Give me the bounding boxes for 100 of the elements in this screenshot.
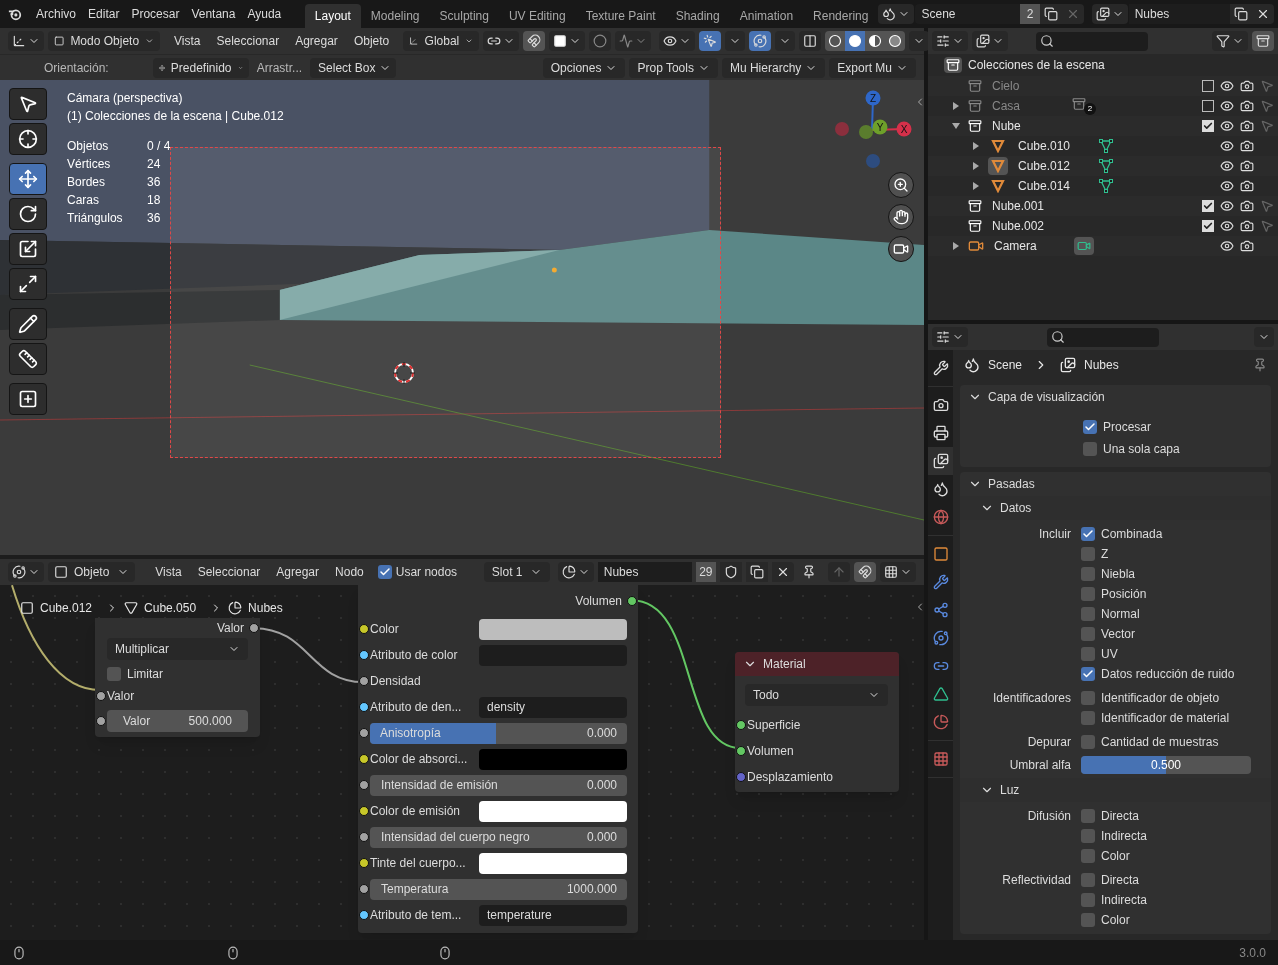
socket-label: Atributo de tem...	[370, 907, 463, 924]
user-count: 2	[1020, 4, 1040, 24]
outliner-item-name[interactable]: Cube.014	[1018, 177, 1080, 195]
text-field[interactable]: density	[479, 696, 627, 718]
axis-gizmo-drawing: Z Y X	[832, 88, 914, 168]
group-label: Difusión	[1026, 808, 1072, 825]
outliner-item-name[interactable]: Cube.012	[1018, 157, 1080, 175]
orientation-dropdown[interactable]: Global	[403, 31, 480, 51]
breadcrumb: Nubes	[1084, 357, 1119, 374]
value-field[interactable]: Intensidad del cuerpo negro 0.000	[370, 826, 627, 848]
menu-item[interactable]: Archivo	[30, 5, 83, 23]
breadcrumb: Nubes	[248, 600, 283, 617]
value-field[interactable]: Temperatura 1000.000	[370, 878, 627, 900]
checkbox-label: Color	[1101, 848, 1130, 865]
socket-label: Valor	[216, 620, 244, 637]
menu-item[interactable]: Seleccionar	[210, 32, 286, 50]
menu-item[interactable]: Agregar	[270, 563, 326, 581]
math-node[interactable]: Valor Multiplicar Limitar Valor Valor 500.000	[95, 618, 260, 737]
object-dropdown[interactable]: Objeto	[48, 562, 135, 582]
menu-item[interactable]: Procesar	[125, 5, 186, 23]
workspace-tab[interactable]: Layout	[304, 4, 361, 28]
checkbox-label: Niebla	[1101, 566, 1136, 583]
target-dropdown[interactable]: Todo	[745, 684, 888, 706]
workspace-tab[interactable]: Animation	[729, 4, 804, 28]
workspace-tab[interactable]: Sculpting	[429, 4, 499, 28]
checkbox-label: Z	[1101, 546, 1109, 563]
socket-label: Valor	[107, 688, 135, 705]
stat-label: Vértices	[67, 156, 112, 173]
slider-label: Umbral alfa	[1008, 757, 1072, 774]
version-label: 3.0.0	[1239, 944, 1266, 962]
outliner-item-name[interactable]: Cube.010	[1018, 137, 1080, 155]
menu-item[interactable]: Ayuda	[241, 5, 288, 23]
socket-label: Superficie	[747, 717, 801, 734]
socket-label: Densidad	[370, 673, 421, 690]
checkbox-label: Directa	[1101, 808, 1139, 825]
menu-item[interactable]: Objeto	[347, 32, 396, 50]
menu-item[interactable]: Nodo	[329, 563, 370, 581]
outliner-item-name[interactable]: Nube.002	[992, 217, 1054, 235]
outliner-item-name[interactable]: Cielo	[992, 77, 1054, 95]
socket-label: Tinte del cuerpo...	[370, 855, 467, 872]
addon-menu[interactable]: Export Mu	[829, 57, 916, 78]
scene-field[interactable]: Scene	[915, 4, 1021, 24]
checkbox-label: Indirecta	[1101, 828, 1148, 845]
mode-dropdown[interactable]: Modo Objeto	[48, 31, 160, 51]
checkbox-label: Identificador de material	[1101, 710, 1230, 727]
addon-menu[interactable]: Mu Hierarchy	[721, 57, 826, 78]
material-field[interactable]: Nubes	[597, 562, 692, 582]
outliner-item-name[interactable]: Nube.001	[992, 197, 1054, 215]
slider[interactable]: 0.500	[1081, 756, 1251, 774]
menu-item[interactable]: Vista	[168, 32, 207, 50]
group-label: Reflectividad	[1001, 872, 1072, 889]
text-field[interactable]: temperature	[479, 904, 627, 926]
checkbox-label: Una sola capa	[1103, 441, 1180, 458]
checkbox-label: Combinada	[1101, 526, 1163, 543]
socket-label: Color de absorci...	[370, 751, 469, 768]
workspace-tab[interactable]: Modeling	[360, 4, 430, 28]
stat-value: 36	[147, 174, 162, 191]
orientation-label: Orientación:	[44, 59, 109, 77]
breadcrumb: Cube.012	[40, 600, 93, 617]
stat-label: Objetos	[67, 138, 110, 155]
outliner-item-name[interactable]: Camera	[994, 237, 1056, 255]
value-field[interactable]: Intensidad de emisión 0.000	[370, 774, 627, 796]
panel-header[interactable]: Pasadas	[960, 472, 1271, 496]
outliner-root[interactable]: Colecciones de la escena	[968, 56, 1105, 74]
workspace-tab[interactable]: Texture Paint	[575, 4, 666, 28]
workspace-tab[interactable]: UV Editing	[498, 4, 576, 28]
stat-label: Bordes	[67, 174, 107, 191]
checkbox-label: Posición	[1101, 586, 1147, 603]
slot-dropdown[interactable]: Slot 1	[483, 562, 550, 582]
socket-label: Atributo de color	[370, 647, 459, 664]
menu-item[interactable]: Vista	[149, 563, 188, 581]
breadcrumb: Scene	[988, 357, 1023, 374]
checkbox-label: Limitar	[127, 666, 163, 683]
panel-header[interactable]: Capa de visualización	[960, 385, 1271, 409]
addon-menu[interactable]: Prop Tools	[629, 57, 718, 78]
stat-value: 24	[147, 156, 162, 173]
operation-dropdown[interactable]: Multiplicar	[107, 638, 248, 660]
value-field[interactable]: Valor 500.000	[107, 710, 248, 732]
workspace-tab[interactable]: Shading	[665, 4, 730, 28]
checkbox-label: Cantidad de muestras	[1101, 734, 1219, 751]
addon-menu[interactable]: Opciones	[542, 57, 626, 78]
checkbox-label: Datos reducción de ruido	[1101, 666, 1235, 683]
view-layer-field[interactable]: Nubes	[1128, 4, 1230, 24]
outliner-item-name[interactable]: Nube	[992, 117, 1054, 135]
outliner-item-name[interactable]: Casa	[992, 97, 1054, 115]
workspace-tab[interactable]: Rendering	[803, 4, 879, 28]
menu-item[interactable]: Editar	[82, 5, 126, 23]
output-node[interactable]: Material Todo Superficie Volumen Desplazamiento	[735, 652, 899, 792]
checkbox-label: Directa	[1101, 872, 1139, 889]
menu-item[interactable]: Seleccionar	[191, 563, 267, 581]
socket-label: Color	[370, 621, 400, 638]
select-box-dropdown[interactable]: Select Box	[310, 57, 397, 78]
menu-item[interactable]: Ventana	[185, 5, 242, 23]
checkbox-label: Normal	[1101, 606, 1140, 623]
socket-label: Atributo de den...	[370, 699, 463, 716]
drag-label: Arrastr...	[255, 59, 304, 77]
slider[interactable]: Anisotropía 0.000	[370, 722, 627, 744]
stat-value: 0 / 4	[147, 138, 172, 155]
orientation-preset-dropdown[interactable]: Predefinido	[152, 57, 249, 78]
menu-item[interactable]: Agregar	[289, 32, 344, 50]
